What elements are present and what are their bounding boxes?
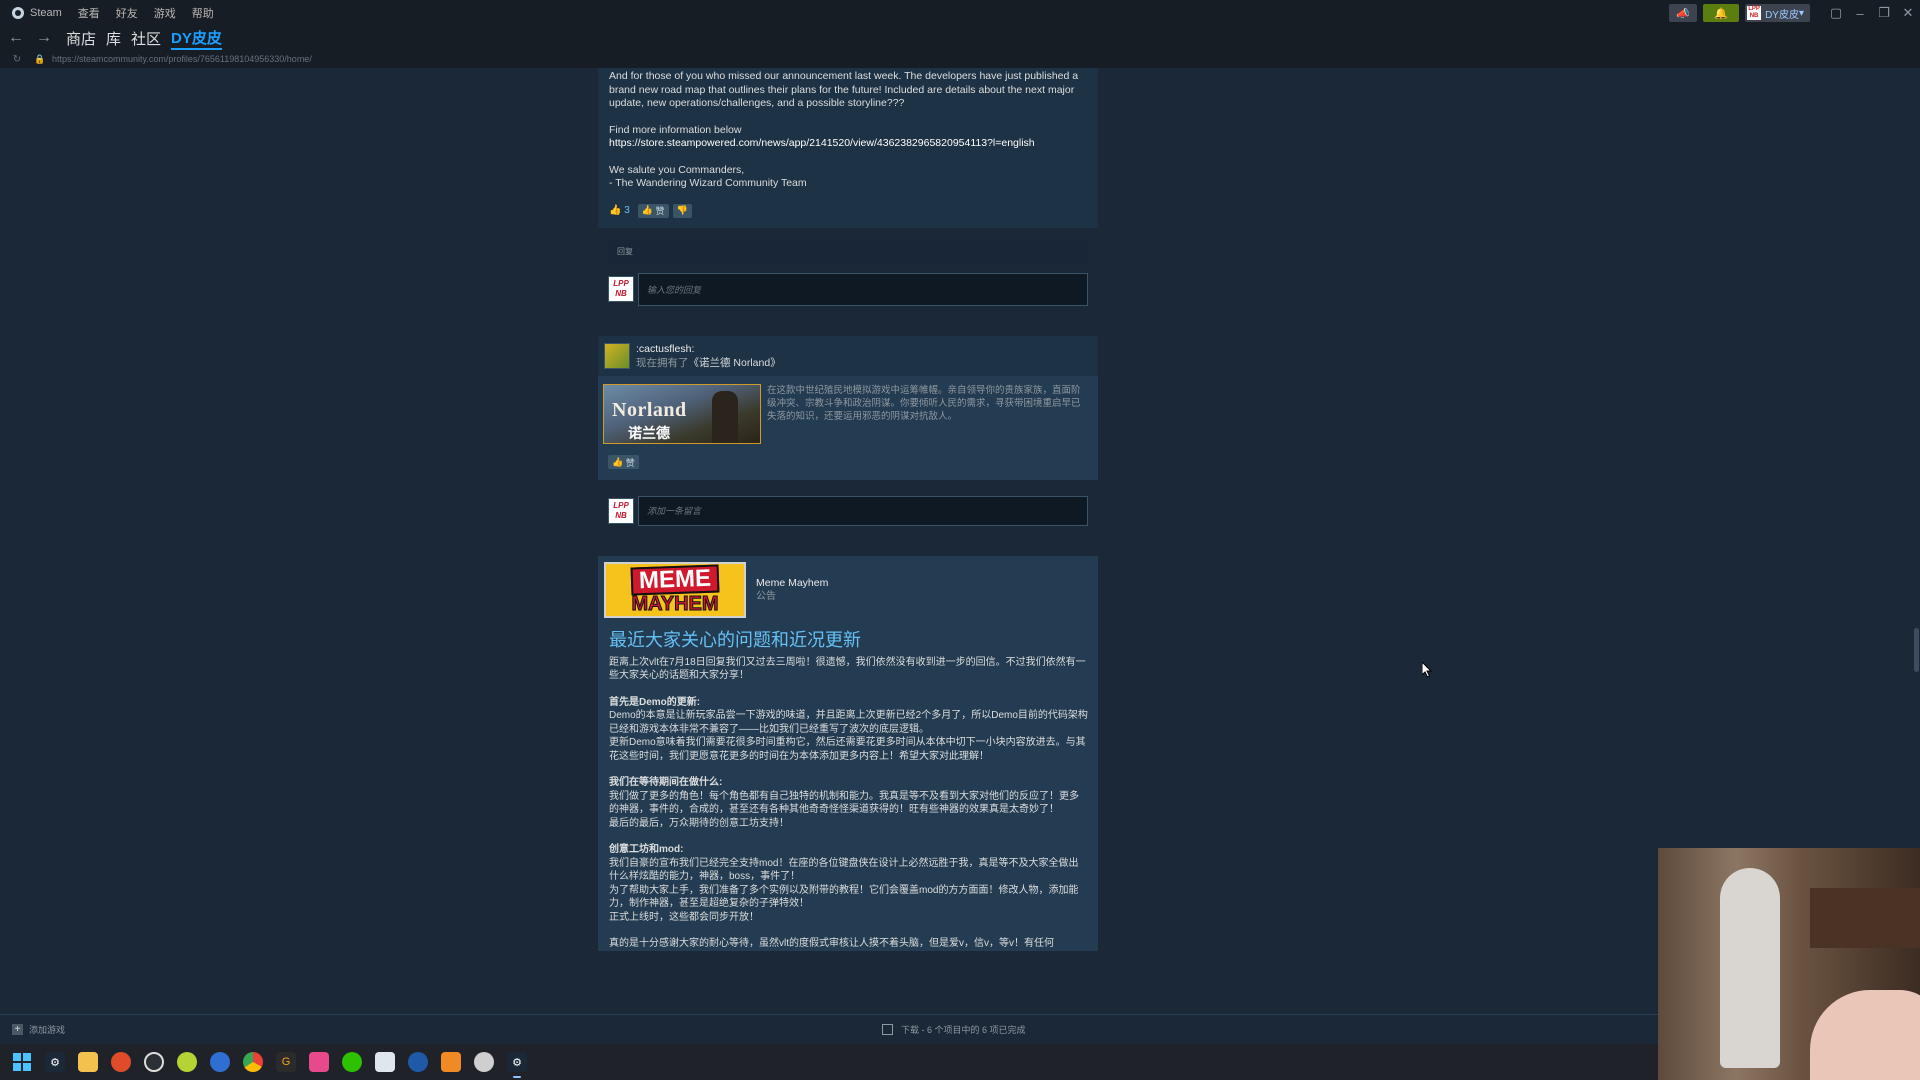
comment-input[interactable]: 添加一条留言 xyxy=(638,495,1088,526)
thumbs-up-icon: 👍 xyxy=(609,205,622,216)
menu-games[interactable]: 游戏 xyxy=(154,5,176,21)
post-paragraph: And for those of you who missed our anno… xyxy=(609,70,1079,109)
news-body: 距离上次vlt在7月18日回复我们又过去三周啦！很遗憾，我们依然没有收到进一步的… xyxy=(609,656,1088,950)
g-app-icon[interactable]: G xyxy=(276,1052,296,1072)
app-red-icon[interactable] xyxy=(111,1052,131,1072)
big-picture-icon[interactable]: ▢ xyxy=(1824,5,1848,21)
download-status[interactable]: 下载 - 6 个项目中的 6 项已完成 xyxy=(882,1023,1026,1036)
announcement-card: And for those of you who missed our anno… xyxy=(598,68,1098,318)
windows-start-icon[interactable] xyxy=(12,1052,32,1072)
gear-app-icon[interactable] xyxy=(474,1052,494,1072)
restore-icon[interactable]: ❐ xyxy=(1872,5,1896,21)
forward-arrow-icon[interactable]: → xyxy=(32,29,56,47)
nav-store[interactable]: 商店 xyxy=(66,28,96,49)
rate-row: 👍 3 👍 赞 👎 xyxy=(598,203,1098,228)
chrome-icon[interactable] xyxy=(243,1052,263,1072)
clock-icon[interactable] xyxy=(144,1052,164,1072)
reply-input[interactable]: 输入您的回复 xyxy=(638,272,1088,306)
url-bar: ↻ 🔒 https://steamcommunity.com/profiles/… xyxy=(0,50,1920,68)
close-icon[interactable]: ✕ xyxy=(1896,5,1920,21)
download-icon xyxy=(882,1024,893,1035)
steam-logo-icon[interactable] xyxy=(12,7,24,19)
post-link[interactable]: https://store.steampowered.com/news/app/… xyxy=(609,137,1088,151)
lock-icon: 🔒 xyxy=(34,53,46,64)
status-bar: + 添加游戏 下载 - 6 个项目中的 6 项已完成 xyxy=(0,1014,1920,1044)
nav-profile[interactable]: DY皮皮 xyxy=(171,27,222,50)
comment-section: LPP NB 添加一条留言 xyxy=(598,479,1098,538)
post-paragraph: We salute you Commanders, xyxy=(609,163,745,176)
plus-icon: + xyxy=(12,1024,23,1035)
post-paragraph: Find more information below xyxy=(609,123,742,136)
ball-icon[interactable] xyxy=(177,1052,197,1072)
rate-down-button[interactable]: 👎 xyxy=(672,203,692,218)
user-name: DY皮皮 xyxy=(1765,9,1799,21)
news-card: MEME MAYHEM Meme Mayhem 公告 最近大家关心的问题和近况更… xyxy=(598,555,1098,951)
megaphone-icon[interactable]: 📣 xyxy=(1669,4,1698,22)
scrollbar-thumb[interactable] xyxy=(1914,628,1919,672)
game-capsule-image[interactable]: Norland 诺兰德 xyxy=(603,383,761,444)
chevron-down-icon: ▾ xyxy=(1798,7,1804,19)
refresh-icon[interactable]: ↻ xyxy=(10,54,24,65)
back-arrow-icon[interactable]: ← xyxy=(4,29,28,47)
webcam-overlay xyxy=(1658,848,1920,1080)
url-text[interactable]: https://steamcommunity.com/profiles/7656… xyxy=(52,54,312,64)
avatar: LPP NB xyxy=(608,497,634,524)
rate-up-button[interactable]: 👍 赞 xyxy=(608,455,639,469)
avatar[interactable] xyxy=(604,342,630,369)
reply-section: 回复 LPP NB 输入您的回复 xyxy=(598,227,1098,318)
activity-username[interactable]: :cactusflesh: xyxy=(636,342,781,356)
thumbs-down-icon: 👎 xyxy=(676,205,688,215)
post-paragraph: - The Wandering Wizard Community Team xyxy=(609,177,807,189)
minimize-icon[interactable]: – xyxy=(1848,6,1872,21)
reply-header: 回复 xyxy=(608,239,1088,263)
steam-active-icon[interactable]: ⚙ xyxy=(507,1052,527,1078)
thumbs-up-icon: 👍 xyxy=(612,456,624,467)
app-blue2-icon[interactable] xyxy=(408,1052,428,1072)
menu-help[interactable]: 帮助 xyxy=(192,5,214,21)
wechat-icon[interactable] xyxy=(342,1052,362,1072)
menu-friends[interactable]: 好友 xyxy=(116,5,138,21)
game-description: 在这款中世纪殖民地模拟游戏中运筹帷幄。亲自领导你的贵族家族，直面阶级冲突、宗教斗… xyxy=(767,384,1081,422)
user-menu[interactable]: LPP NB DY皮皮 ▾ xyxy=(1745,4,1810,22)
thumbs-up-icon: 👍 xyxy=(641,205,654,215)
file-explorer-icon[interactable] xyxy=(78,1052,98,1072)
game-link[interactable]: 《诺兰德 Norland》 xyxy=(689,357,781,369)
rate-up-button[interactable]: 👍 赞 xyxy=(637,203,669,218)
news-type: 公告 xyxy=(756,590,776,602)
taskbar: ⚙ G ⚙ xyxy=(0,1044,1658,1080)
announcement-body: And for those of you who missed our anno… xyxy=(598,68,1098,228)
title-bar-right: 📣 🔔 LPP NB DY皮皮 ▾ ▢ – ❐ ✕ xyxy=(1669,0,1920,26)
nav-community[interactable]: 社区 xyxy=(131,28,161,49)
activity-feed: And for those of you who missed our anno… xyxy=(598,68,1098,1004)
notification-bell-icon[interactable]: 🔔 xyxy=(1703,4,1740,22)
add-game-button[interactable]: + 添加游戏 xyxy=(12,1023,65,1036)
app-blue-icon[interactable] xyxy=(210,1052,230,1072)
rate-count: 👍 3 xyxy=(609,205,630,216)
activity-description: 现在拥有了《诺兰德 Norland》 xyxy=(636,356,781,369)
menu-view[interactable]: 查看 xyxy=(78,5,100,21)
news-title[interactable]: 最近大家关心的问题和近况更新 xyxy=(598,622,1098,656)
app-pink-icon[interactable] xyxy=(309,1052,329,1072)
avatar: LPP NB xyxy=(608,276,634,302)
menu-steam[interactable]: Steam xyxy=(30,7,62,19)
meme-mayhem-logo[interactable]: MEME MAYHEM xyxy=(604,561,746,618)
steam-icon[interactable]: ⚙ xyxy=(45,1052,65,1072)
nav-bar: ← → 商店 库 社区 DY皮皮 xyxy=(0,26,1920,50)
news-app-name[interactable]: Meme Mayhem xyxy=(756,577,828,590)
nav-library[interactable]: 库 xyxy=(106,28,121,49)
title-bar: Steam 查看 好友 游戏 帮助 📣 🔔 LPP NB DY皮皮 ▾ ▢ – ❐… xyxy=(0,0,1920,26)
app-window-icon[interactable] xyxy=(375,1052,395,1072)
app-orange-icon[interactable] xyxy=(441,1052,461,1072)
user-avatar: LPP NB xyxy=(1747,6,1762,20)
game-activity-card: :cactusflesh: 现在拥有了《诺兰德 Norland》 Norland… xyxy=(598,335,1098,538)
